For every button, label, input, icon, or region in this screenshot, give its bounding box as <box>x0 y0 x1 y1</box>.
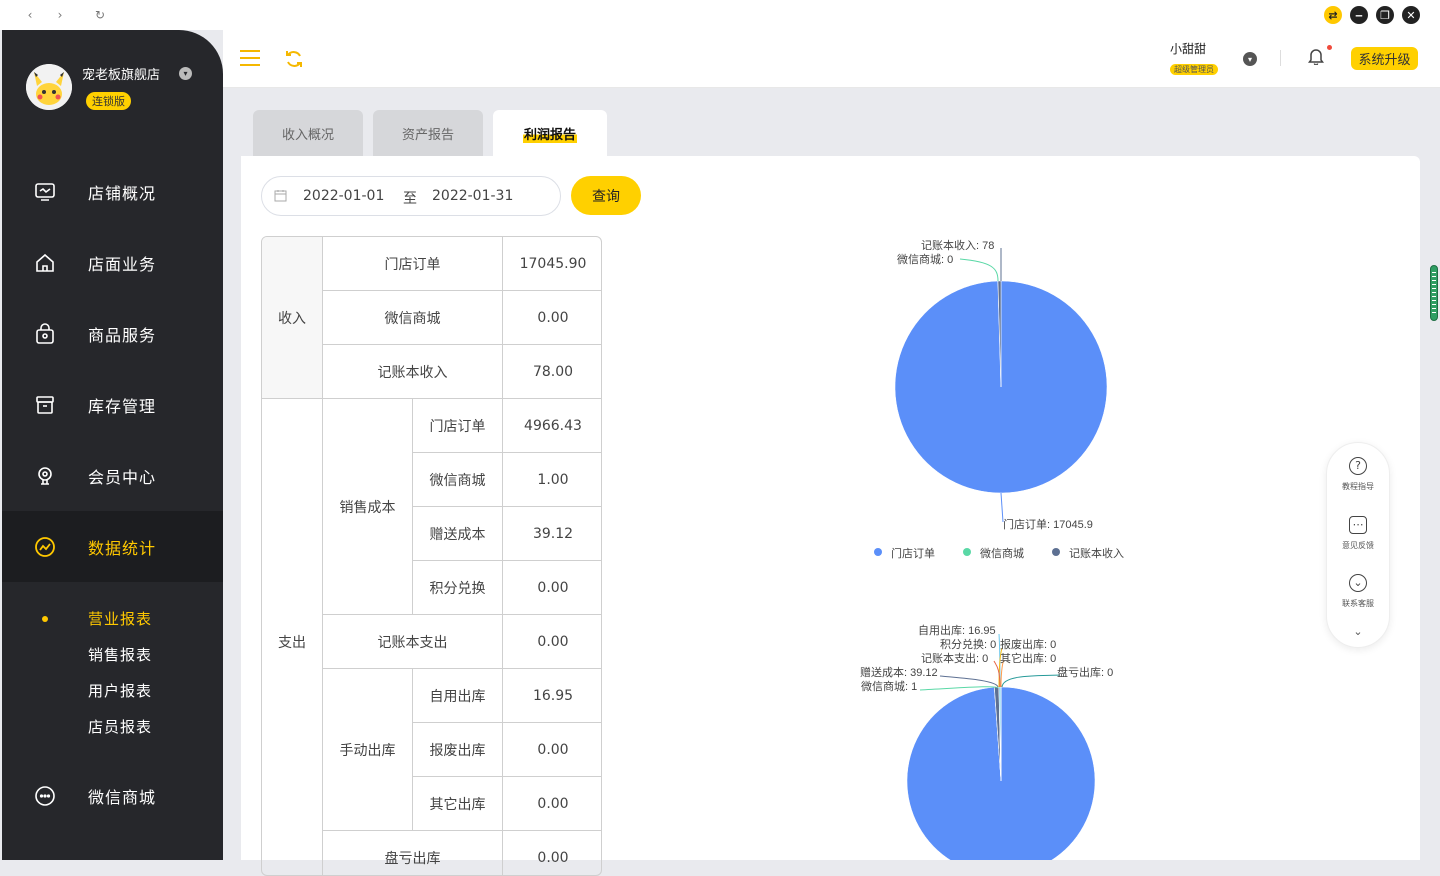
pie-label: 门店订单: 17045.9 <box>1003 517 1093 531</box>
question-icon: ? <box>1349 457 1367 475</box>
charts-canvas: 记账本收入: 78微信商城: 0门店订单: 17045.9门店订单 微信商城 记账本… <box>860 238 1124 860</box>
pie-label: 其它出库: 0 <box>1000 651 1056 665</box>
helper-label: 教程指导 <box>1342 482 1374 491</box>
legend-label: 微信商城 <box>980 546 1024 560</box>
pie-label: 报废出库: 0 <box>1000 637 1056 651</box>
legend-marker <box>1052 548 1060 556</box>
leader-line <box>1000 492 1004 523</box>
leader-line <box>939 675 999 688</box>
contact-service-button[interactable]: ⌄ 联系客服 <box>1327 574 1389 609</box>
chevron-down-icon[interactable]: ⌄ <box>1327 625 1389 638</box>
leader-line <box>1001 674 1061 688</box>
tutorial-button[interactable]: ? 教程指导 <box>1327 457 1389 492</box>
feedback-button[interactable]: ⋯ 意见反馈 <box>1327 516 1389 551</box>
helper-panel: ? 教程指导 ⋯ 意见反馈 ⌄ 联系客服 ⌄ <box>1326 442 1390 648</box>
helper-label: 联系客服 <box>1342 599 1374 608</box>
pie-label: 赠送成本: 39.12 <box>860 665 938 679</box>
pie-label: 微信商城: 0 <box>897 252 953 266</box>
legend-label: 记账本收入 <box>1069 546 1124 560</box>
scrollbar-thumb[interactable] <box>1430 265 1438 321</box>
pie-label: 自用出库: 16.95 <box>918 623 996 637</box>
feedback-icon: ⋯ <box>1349 516 1367 534</box>
pie-label: 盘亏出库: 0 <box>1057 665 1113 679</box>
pie-label: 记账本支出: 0 <box>921 651 988 665</box>
pie-label: 积分兑换: 0 <box>940 637 996 651</box>
helper-label: 意见反馈 <box>1342 541 1374 550</box>
legend-label: 门店订单 <box>891 546 935 560</box>
pie-label: 微信商城: 1 <box>861 679 917 693</box>
legend-marker <box>874 548 882 556</box>
pie-label: 记账本收入: 78 <box>921 238 994 252</box>
service-icon: ⌄ <box>1349 574 1367 592</box>
legend-marker <box>963 548 971 556</box>
leader-line <box>959 258 999 282</box>
